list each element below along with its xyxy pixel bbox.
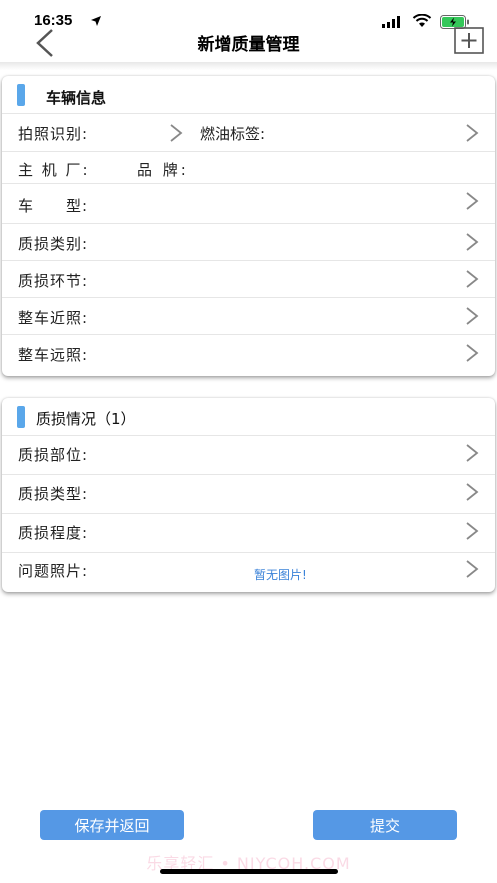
plate-recognition-label: 拍照识别: [18,125,89,143]
maker-label: 主 机 厂: [18,161,90,179]
vehicle-info-card: 车辆信息 拍照识别: 燃油标签: 主 机 厂: 品 牌: 车 型: 质损类别: … [2,76,495,376]
add-icon[interactable] [454,26,484,54]
chevron-right-icon[interactable] [465,306,479,326]
damage-degree-label: 质损程度: [18,524,89,542]
damage-kind-label: 质损类型: [18,485,89,503]
chevron-right-icon[interactable] [465,232,479,252]
damage-part-row[interactable]: 质损部位: [2,436,495,475]
far-photo-label: 整车远照: [18,346,89,364]
vehicle-model-label: 车 型: [18,197,89,215]
maker-brand-row: 主 机 厂: 品 牌: [2,152,495,184]
section-accent-bar [17,406,25,428]
damage-info-title: 质损情况（1） [36,410,136,428]
home-indicator [160,869,338,874]
damage-category-row[interactable]: 质损类别: [2,224,495,261]
vehicle-model-row[interactable]: 车 型: [2,184,495,224]
damage-category-label: 质损类别: [18,235,89,253]
plate-recognition-row[interactable]: 拍照识别: 燃油标签: [2,114,495,152]
chevron-right-icon[interactable] [465,123,479,143]
fuel-label-label: 燃油标签: [200,125,266,143]
header-shadow [0,62,497,70]
chevron-right-icon[interactable] [465,443,479,463]
chevron-right-icon[interactable] [465,521,479,541]
problem-photo-label: 问题照片: [18,562,89,580]
damage-info-card: 质损情况（1） 质损部位: 质损类型: 质损程度: 问题照片: 暂无图片! [2,398,495,592]
page-title: 新增质量管理 [197,35,300,55]
damage-info-header: 质损情况（1） [2,398,495,436]
damage-degree-row[interactable]: 质损程度: [2,514,495,553]
submit-button[interactable]: 提交 [313,810,457,840]
near-photo-label: 整车近照: [18,309,89,327]
save-and-return-button[interactable]: 保存并返回 [40,810,184,840]
damage-kind-row[interactable]: 质损类型: [2,475,495,514]
far-photo-row[interactable]: 整车远照: [2,335,495,376]
brand-label: 品 牌: [137,161,189,179]
near-photo-row[interactable]: 整车近照: [2,298,495,335]
chevron-right-icon[interactable] [465,482,479,502]
navigation-bar: 新增质量管理 [0,22,497,64]
damage-part-label: 质损部位: [18,446,89,464]
problem-photo-row[interactable]: 问题照片: 暂无图片! [2,553,495,592]
vehicle-info-header: 车辆信息 [2,76,495,114]
chevron-right-icon[interactable] [169,123,183,143]
damage-stage-label: 质损环节: [18,272,89,290]
damage-stage-row[interactable]: 质损环节: [2,261,495,298]
chevron-right-icon[interactable] [465,269,479,289]
chevron-right-icon[interactable] [465,343,479,363]
vehicle-info-title: 车辆信息 [46,89,107,107]
no-photo-text: 暂无图片! [254,568,307,582]
chevron-right-icon[interactable] [465,191,479,211]
chevron-right-icon[interactable] [465,559,479,579]
section-accent-bar [17,84,25,106]
